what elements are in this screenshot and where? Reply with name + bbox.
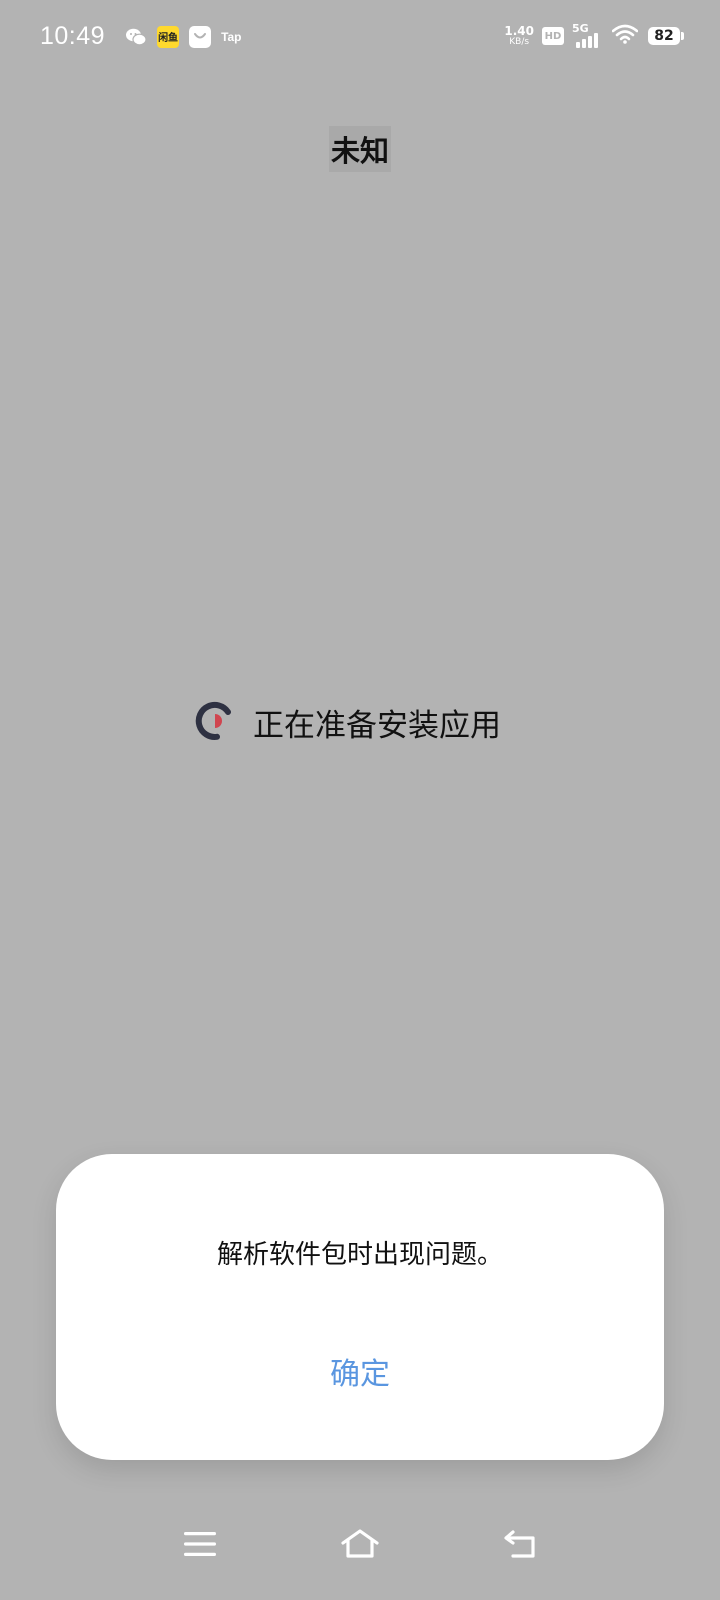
back-button[interactable] bbox=[490, 1516, 550, 1576]
net-speed-unit: KB/s bbox=[509, 37, 530, 47]
shopping-bag-icon bbox=[189, 25, 212, 48]
preparing-status: 正在准备安装应用 bbox=[195, 700, 501, 745]
menu-button[interactable] bbox=[170, 1516, 230, 1576]
menu-icon bbox=[184, 1531, 216, 1561]
status-bar: 10:49 闲鱼 Tap 1.40 KB/s HD 5G 82 bbox=[0, 0, 720, 78]
status-left: 10:49 闲鱼 Tap bbox=[40, 22, 242, 51]
battery-icon: 82 bbox=[648, 27, 684, 45]
home-button[interactable] bbox=[330, 1516, 390, 1576]
cellular-signal-icon: 5G bbox=[572, 22, 602, 48]
app-title: 未知 bbox=[328, 126, 391, 172]
loading-spinner-icon bbox=[195, 701, 235, 745]
preparing-text: 正在准备安装应用 bbox=[253, 708, 501, 744]
app-title-container: 未知 bbox=[0, 126, 720, 172]
dialog-message: 解析软件包时出现问题。 bbox=[216, 1240, 503, 1270]
status-right: 1.40 KB/s HD 5G 82 bbox=[504, 22, 684, 48]
back-icon bbox=[503, 1529, 537, 1563]
home-icon bbox=[340, 1528, 380, 1564]
status-time: 10:49 bbox=[40, 22, 106, 50]
hd-icon: HD bbox=[542, 27, 564, 45]
xianyu-app-label: 闲鱼 bbox=[158, 33, 179, 44]
wechat-icon bbox=[125, 26, 147, 48]
network-type: 5G bbox=[572, 22, 589, 35]
error-dialog: 解析软件包时出现问题。 确定 bbox=[56, 1154, 664, 1460]
net-speed-value: 1.40 bbox=[504, 24, 534, 38]
net-speed: 1.40 KB/s bbox=[504, 25, 534, 47]
taptap-icon: Tap bbox=[221, 29, 242, 44]
navigation-bar bbox=[0, 1516, 720, 1600]
wifi-icon bbox=[611, 24, 639, 48]
battery-level: 82 bbox=[654, 28, 674, 44]
xianyu-app-icon: 闲鱼 bbox=[157, 25, 180, 48]
ok-button[interactable]: 确定 bbox=[310, 1350, 410, 1400]
